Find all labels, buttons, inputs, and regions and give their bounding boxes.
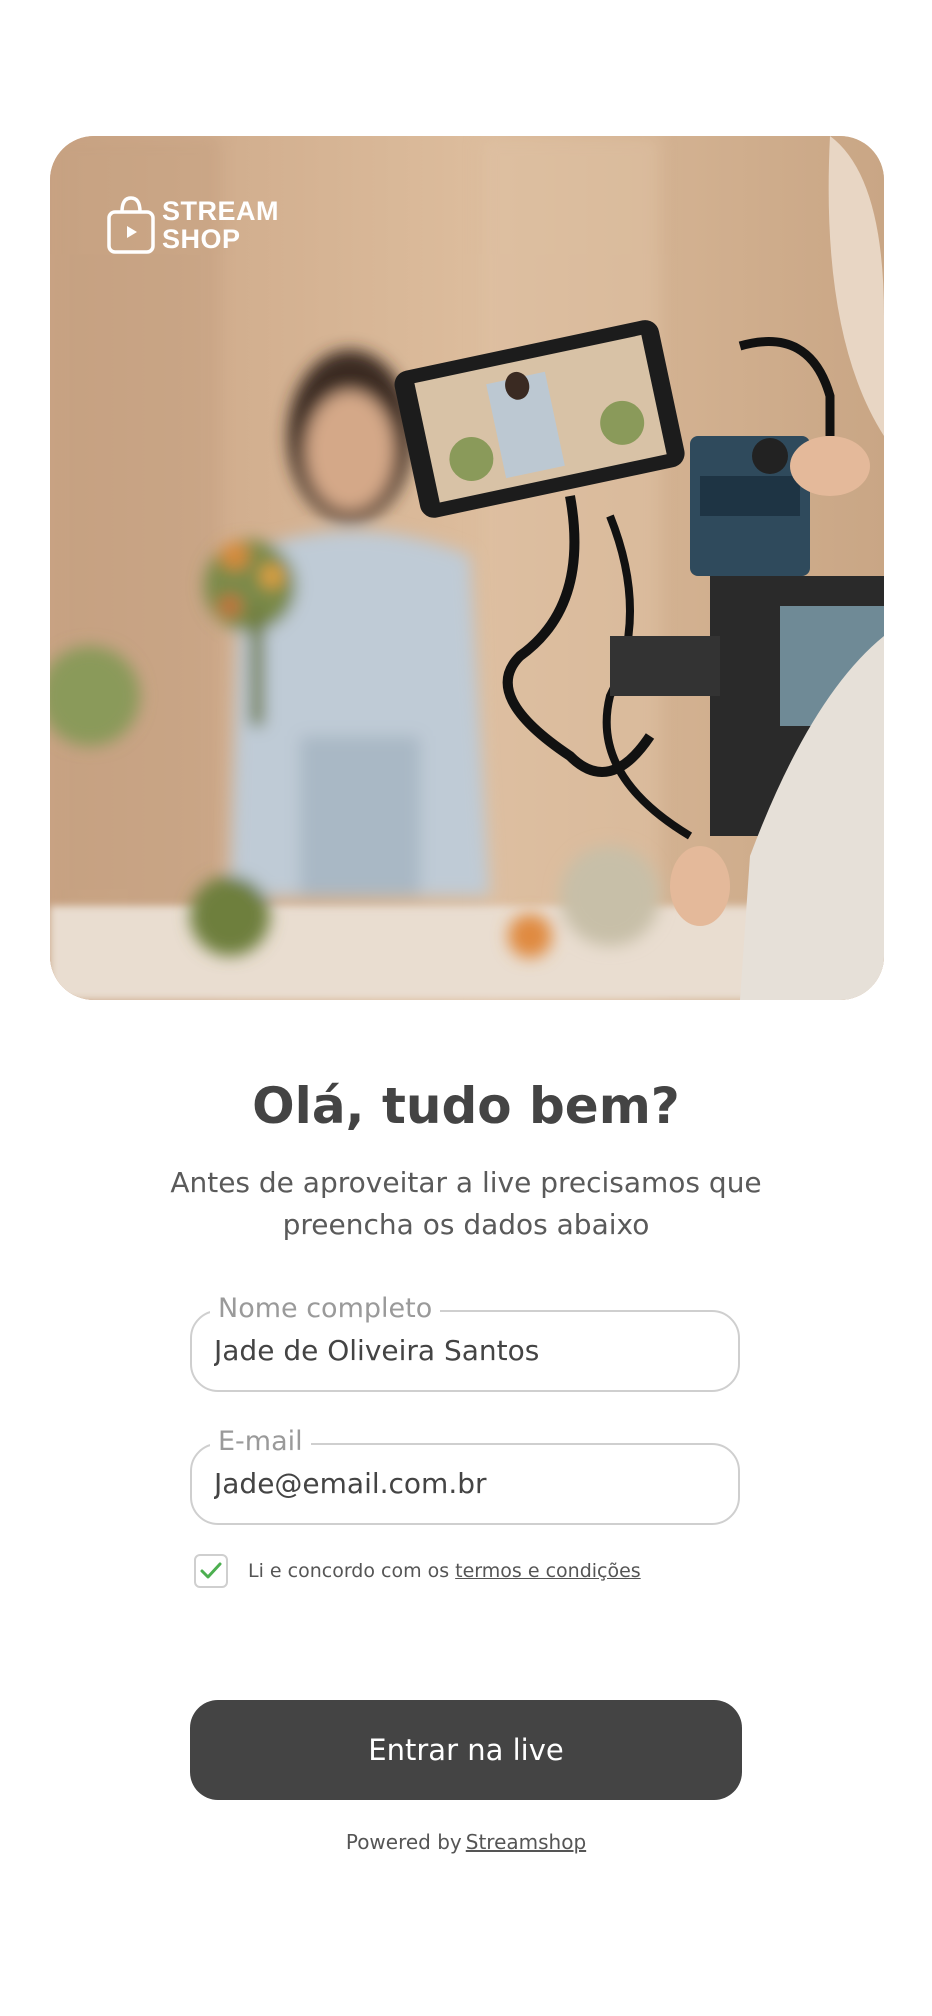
page-title: Olá, tudo bem? bbox=[252, 1077, 680, 1135]
streamshop-logo: STREAM SHOP bbox=[106, 194, 279, 256]
full-name-input[interactable] bbox=[214, 1334, 714, 1367]
terms-row: Li e concordo com os termos e condições bbox=[194, 1554, 641, 1588]
powered-by-text: Powered by bbox=[345, 1830, 462, 1854]
page-subtitle: Antes de aproveitar a live precisamos qu… bbox=[170, 1166, 762, 1241]
terms-link[interactable]: termos e condições bbox=[455, 1560, 641, 1582]
streamshop-link[interactable]: Streamshop bbox=[466, 1830, 586, 1854]
powered-by-footer: Powered by Streamshop bbox=[0, 1830, 932, 1854]
full-name-label: Nome completo bbox=[210, 1292, 441, 1326]
email-field[interactable]: E-mail bbox=[190, 1425, 740, 1525]
shopping-bag-play-icon bbox=[107, 196, 155, 254]
email-label: E-mail bbox=[210, 1425, 311, 1459]
logo-line-2: SHOP bbox=[162, 224, 241, 254]
hero-photo-illustration bbox=[50, 136, 884, 1000]
page: STREAM SHOP Olá, tudo bem? Antes de apro… bbox=[0, 0, 932, 2016]
enter-live-button[interactable]: Entrar na live bbox=[190, 1700, 742, 1800]
terms-checkbox[interactable] bbox=[194, 1554, 228, 1588]
terms-text: Li e concordo com os termos e condições bbox=[248, 1560, 641, 1582]
email-input[interactable] bbox=[214, 1467, 714, 1500]
logo-text: STREAM SHOP bbox=[162, 197, 279, 253]
check-icon bbox=[200, 1562, 222, 1579]
full-name-field[interactable]: Nome completo bbox=[190, 1292, 740, 1392]
hero-image: STREAM SHOP bbox=[50, 136, 884, 1000]
terms-prefix: Li e concordo com os bbox=[248, 1560, 450, 1582]
logo-line-1: STREAM bbox=[162, 196, 279, 226]
